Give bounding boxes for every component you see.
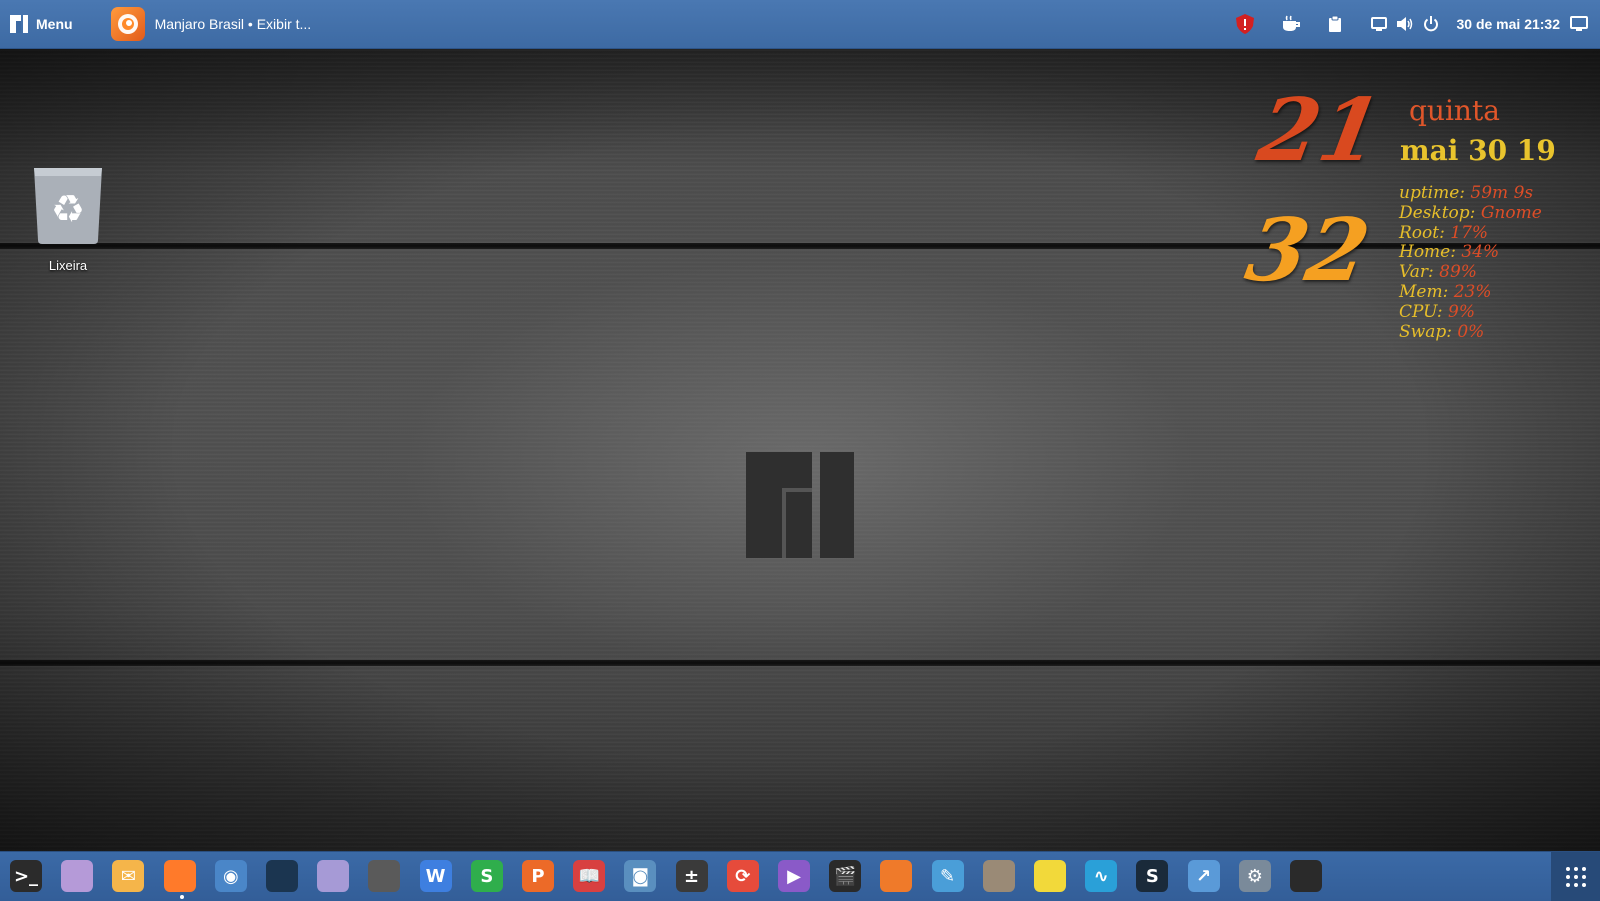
conky-widget: 21 quinta mai 30 19 32 uptime: 59m 9s De… — [1239, 80, 1600, 370]
skype-icon[interactable]: S — [1136, 860, 1169, 892]
terminal-icon[interactable]: >_ — [10, 860, 42, 892]
stat-row: Var: 89% — [1399, 262, 1477, 283]
screenshot-icon[interactable]: ◙ — [624, 860, 657, 892]
calculator-icon[interactable]: ± — [675, 860, 708, 892]
trash-desktop-icon[interactable]: ♻ Lixeira — [26, 164, 110, 273]
manjaro-logo-icon — [746, 452, 854, 558]
media-player-icon[interactable]: ▶ — [778, 860, 810, 892]
system-monitor-icon[interactable]: ∿ — [1085, 860, 1118, 892]
top-panel: Menu Manjaro Brasil • Exibir t... 30 de … — [0, 0, 1600, 49]
drawing-app-icon[interactable]: ✎ — [931, 860, 964, 892]
software-update-icon[interactable]: ⟳ — [726, 860, 759, 892]
svg-text:♻: ♻ — [51, 187, 85, 231]
sticky-notes-icon[interactable] — [1034, 860, 1066, 892]
gimp-icon[interactable] — [982, 860, 1015, 892]
wps-writer-icon[interactable]: W — [419, 860, 452, 892]
menu-label: Menu — [36, 16, 73, 32]
screen-icon[interactable] — [1368, 13, 1390, 35]
firefox-icon[interactable] — [163, 860, 196, 892]
shield-alert-icon[interactable] — [1234, 13, 1256, 35]
stat-row: Root: 17% — [1399, 222, 1489, 243]
volume-icon[interactable] — [1394, 13, 1416, 35]
settings-icon[interactable]: ⚙ — [1238, 860, 1271, 892]
graph-app-icon[interactable]: ↗ — [1187, 860, 1220, 892]
feather-app-icon[interactable] — [880, 860, 913, 892]
show-applications-icon[interactable] — [1551, 852, 1600, 901]
clock[interactable]: 30 de mai 21:32 — [1456, 16, 1560, 32]
wps-spreadsheets-icon[interactable]: S — [470, 860, 503, 892]
files-icon[interactable] — [61, 860, 94, 892]
mail-icon[interactable]: ✉ — [112, 860, 145, 892]
stat-row: Swap: 0% — [1399, 321, 1485, 342]
ebook-reader-icon[interactable]: 📖 — [573, 860, 606, 892]
show-desktop-icon[interactable] — [1568, 13, 1590, 35]
weekday-label: quinta — [1409, 94, 1500, 127]
manjaro-menu-icon — [10, 15, 28, 33]
system-stats: uptime: 59m 9s Desktop: Gnome Root: 17% … — [1399, 183, 1542, 342]
wps-presentation-icon[interactable]: P — [522, 860, 554, 892]
clock-hour: 21 — [1251, 80, 1389, 181]
power-icon[interactable] — [1420, 13, 1442, 35]
system-tray: 30 de mai 21:32 — [1234, 0, 1600, 48]
coffee-icon[interactable] — [1280, 13, 1302, 35]
running-indicator — [180, 895, 184, 899]
chrome-icon[interactable]: ◉ — [214, 860, 247, 892]
video-editor-icon[interactable]: 🎬 — [829, 860, 862, 892]
active-window-button[interactable]: Manjaro Brasil • Exibir t... — [110, 0, 312, 48]
clipboard-app-icon[interactable] — [1290, 860, 1322, 892]
stat-row: Home: 34% — [1399, 242, 1500, 263]
trash-icon: ♻ — [34, 168, 102, 244]
date-label: mai 30 19 — [1400, 134, 1556, 167]
stat-row: Desktop: Gnome — [1399, 202, 1542, 223]
clipboard-icon[interactable] — [1324, 13, 1346, 35]
clock-minute: 32 — [1239, 200, 1377, 301]
steam-icon[interactable] — [266, 860, 298, 892]
document-viewer-icon[interactable] — [368, 860, 401, 892]
menu-button[interactable]: Menu — [10, 0, 73, 48]
trash-label: Lixeira — [48, 258, 88, 273]
firefox-icon — [110, 7, 145, 41]
stat-row: uptime: 59m 9s — [1399, 183, 1534, 203]
active-window-title: Manjaro Brasil • Exibir t... — [154, 16, 312, 32]
text-editor-icon[interactable] — [317, 860, 350, 892]
dock: >_ ✉ ◉ W S P 📖 ◙ ± ⟳ ▶ 🎬 ✎ ∿ S ↗ ⚙ — [0, 851, 1600, 901]
stat-row: Mem: 23% — [1399, 281, 1492, 302]
stat-row: CPU: 9% — [1399, 301, 1475, 322]
